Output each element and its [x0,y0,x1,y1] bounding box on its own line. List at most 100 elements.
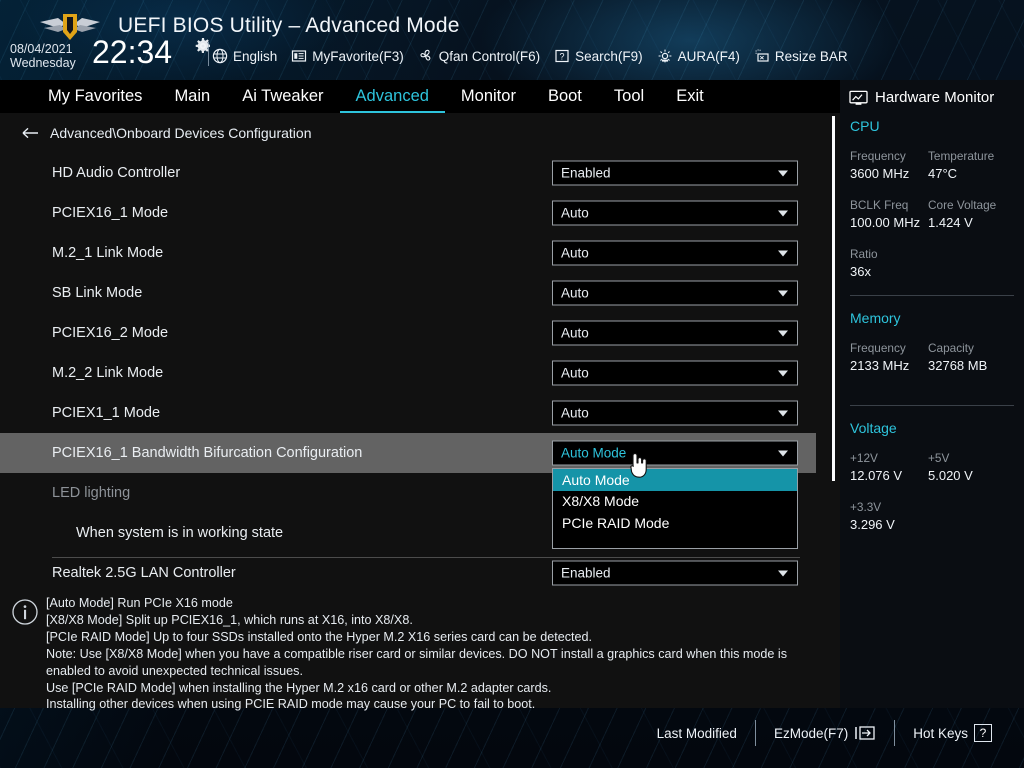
hwm-metric: BCLK Freq 100.00 MHz [850,197,928,232]
header-item-aura[interactable]: AURA(F4) [657,48,740,64]
hardware-monitor-title: Hardware Monitor [875,89,995,106]
help-line: [PCIe RAID Mode] Up to four SSDs install… [46,629,593,644]
monitor-icon [849,90,868,105]
question-box-icon: ? [555,49,569,63]
hwm-metric-value: 5.020 V [928,468,973,483]
resize-bar-icon [755,49,769,62]
tab-main[interactable]: Main [158,80,226,113]
bios-screen: UEFI BIOS Utility – Advanced Mode 08/04/… [0,0,1024,768]
header-bar: UEFI BIOS Utility – Advanced Mode 08/04/… [0,0,1024,80]
dropdown-option[interactable]: Auto Mode [553,469,797,491]
setting-value: Auto Mode [561,445,627,461]
setting-value-dropdown[interactable]: Enabled [552,160,798,186]
setting-value: Auto [561,325,589,341]
tab-tool[interactable]: Tool [598,80,660,113]
setting-row[interactable]: SB Link Mode Auto [0,273,816,313]
hwm-metric: +3.3V 3.296 V [850,499,928,534]
setting-value-dropdown[interactable]: Auto [552,240,798,266]
globe-icon [212,48,228,64]
tab-boot[interactable]: Boot [532,80,598,113]
hwm-metric-label: Core Voltage [928,198,997,212]
setting-label: PCIEX16_2 Mode [52,325,169,341]
hardware-monitor-panel: Hardware Monitor CPU Frequency 3600 MHz Tem… [840,80,1024,708]
hardware-monitor-body: CPU Frequency 3600 MHz Temperature 47°C BCLK … [840,106,1024,534]
help-line: [X8/X8 Mode] Split up PCIEX16_1, which r… [46,612,413,627]
header-item-label: Qfan Control(F6) [438,48,541,64]
chevron-down-icon [778,410,788,416]
help-line: Note: Use [X8/X8 Mode] when you have a c… [46,646,788,661]
hwm-metric-label: +5V [928,451,950,465]
hwm-metric-label: +3.3V [850,500,882,514]
chevron-down-icon [778,450,788,456]
tab-my-favorites[interactable]: My Favorites [32,80,158,113]
setting-row[interactable]: HD Audio Controller Enabled [0,153,816,193]
hwm-row: +12V 12.076 V +5V 5.020 V [840,450,1024,485]
hwm-metric-label: Capacity [928,341,974,355]
setting-value-dropdown[interactable]: Auto [552,400,798,426]
header-item-qfan-control[interactable]: Qfan Control(F6) [418,48,540,64]
header-item-label: AURA(F4) [677,48,740,64]
hwm-divider [850,405,1014,406]
date-display: 08/04/2021 Wednesday [10,42,96,70]
tab-exit[interactable]: Exit [660,80,720,113]
hwm-metric: Frequency 3600 MHz [850,148,928,183]
setting-row[interactable]: PCIEX16_1 Mode Auto [0,193,816,233]
hwm-metric: Ratio 36x [850,246,928,281]
setting-value: Auto [561,405,589,421]
setting-row[interactable]: PCIEX1_1 Mode Auto [0,393,816,433]
setting-value-dropdown[interactable]: Auto [552,200,798,226]
setting-label: PCIEX16_1 Mode [52,205,169,221]
footer-divider [754,720,756,746]
scrollbar-thumb[interactable] [832,116,835,481]
dropdown-option[interactable]: X8/X8 Mode [553,491,797,513]
hwm-metric-value: 36x [850,264,871,279]
setting-value: Auto [561,285,589,301]
bifurcation-dropdown-menu[interactable]: Auto Mode X8/X8 Mode PCIe RAID Mode [552,468,798,549]
setting-row[interactable]: PCIEX16_2 Mode Auto [0,313,816,353]
setting-value-dropdown[interactable]: Enabled [552,560,798,586]
hwm-metric-value: 47°C [928,166,958,181]
hwm-metric: +12V 12.076 V [850,450,928,485]
back-arrow-icon[interactable] [20,125,40,141]
setting-label: Realtek 2.5G LAN Controller [52,565,236,581]
setting-value-dropdown[interactable]: Auto [552,320,798,346]
setting-value: Enabled [561,565,611,581]
tab-monitor[interactable]: Monitor [445,80,532,113]
help-line: Use [PCIe RAID Mode] when installing the… [46,680,552,695]
hwm-row: Frequency 2133 MHz Capacity 32768 MB [840,340,1024,375]
setting-row[interactable]: M.2_1 Link Mode Auto [0,233,816,273]
hwm-metric-label: Frequency [850,149,906,163]
setting-row[interactable]: M.2_2 Link Mode Auto [0,353,816,393]
header-item-search[interactable]: ? Search(F9) [554,48,643,64]
hot-keys-glyph: ? [974,724,992,742]
setting-value-dropdown[interactable]: Auto Mode [552,440,798,466]
ezmode-button[interactable]: EzMode(F7) [756,725,894,741]
tab-advanced[interactable]: Advanced [339,80,445,113]
header-item-resize-bar[interactable]: Resize BAR [754,48,848,64]
dropdown-option[interactable]: PCIe RAID Mode [553,512,797,534]
tab-ai-tweaker[interactable]: Ai Tweaker [226,80,339,113]
setting-value-dropdown[interactable]: Auto [552,360,798,386]
setting-value: Enabled [561,165,611,181]
last-modified-button[interactable]: Last Modified [639,726,755,741]
setting-row[interactable]: Realtek 2.5G LAN Controller Enabled [0,553,816,589]
setting-label: M.2_2 Link Mode [52,365,164,381]
hwm-metric-value: 32768 MB [928,358,988,373]
footer-divider [894,720,896,746]
setting-value-dropdown[interactable]: Auto [552,280,798,306]
help-line: [Auto Mode] Run PCIe X16 mode [46,596,233,610]
hwm-metric-label: Ratio [850,247,878,261]
setting-label: PCIEX16_1 Bandwidth Bifurcation Configur… [52,445,363,461]
header-item-myfavorite[interactable]: MyFavorite(F3) [291,48,404,64]
chevron-down-icon [778,290,788,296]
hwm-row: Frequency 3600 MHz Temperature 47°C [840,148,1024,183]
header-item-label: MyFavorite(F3) [312,48,404,64]
header-divider [208,42,209,66]
setting-label: PCIEX1_1 Mode [52,405,161,421]
hot-keys-label: Hot Keys [913,725,968,741]
setting-row[interactable]: PCIEX16_1 Bandwidth Bifurcation Configur… [0,433,816,473]
hwm-metric: Temperature 47°C [928,148,1006,183]
hot-keys-button[interactable]: Hot Keys ? [895,724,1010,742]
header-item-english[interactable]: English [212,48,277,64]
